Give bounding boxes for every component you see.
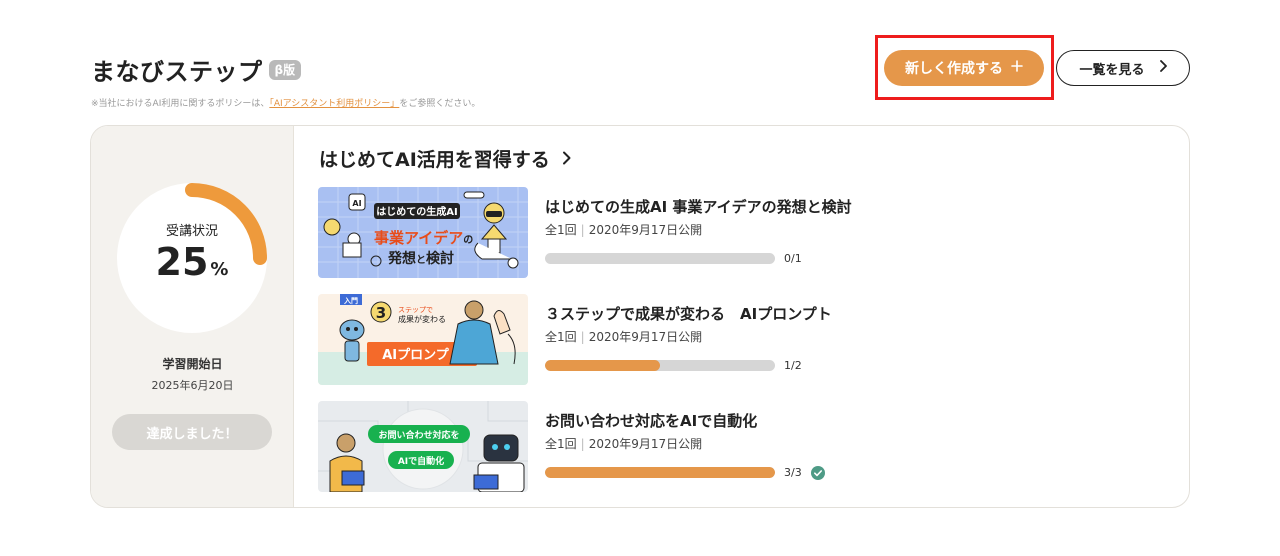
lesson-thumbnail: お問い合わせ対応を AIで自動化 (318, 401, 528, 492)
policy-prefix: ※当社におけるAI利用に関するポリシーは、 (91, 99, 270, 109)
lesson-item[interactable]: 入門 3 ステップで 成果が変わる AIプロンプト ３ステップで成果が変わる A… (318, 294, 1158, 386)
create-button-label: 新しく作成する (905, 61, 1003, 77)
course-card: 受講状況 25% 学習開始日 2025年6月20日 達成しました！ はじめてAI… (90, 125, 1190, 508)
percent-unit: % (210, 258, 229, 280)
policy-suffix: をご参照ください。 (399, 99, 481, 109)
lesson-item[interactable]: お問い合わせ対応を AIで自動化 お問い合わせ対応をAIで自動化 全1回 | 202… (318, 401, 1158, 493)
svg-text:事業アイデアの: 事業アイデアの (374, 229, 473, 247)
progress-panel: 受講状況 25% 学習開始日 2025年6月20日 達成しました！ (91, 126, 294, 507)
start-date-value: 2025年6月20日 (151, 379, 234, 392)
svg-text:3: 3 (376, 304, 386, 322)
beta-badge: β版 (268, 59, 302, 80)
lesson-count: 全1回 (545, 437, 577, 451)
lesson-item[interactable]: AI はじめての生成AI 事業アイデアの 発想と検討 はじめての生成AI 事業ア… (318, 187, 1158, 279)
chevron-right-icon (562, 148, 571, 170)
lesson-progress-bar (545, 360, 775, 371)
lesson-meta: 全1回 | 2020年9月17日公開 (545, 437, 703, 451)
svg-text:成果が変わる: 成果が変わる (398, 314, 446, 324)
percent-value: 25% (155, 239, 229, 284)
chevron-right-icon (1159, 60, 1167, 76)
lesson-published: 2020年9月17日公開 (588, 330, 703, 344)
lesson-title: ３ステップで成果が変わる AIプロンプト (545, 305, 832, 323)
course-title-link[interactable]: はじめてAI活用を習得する (319, 145, 571, 172)
policy-link[interactable]: 「AIアシスタント利用ポリシー」 (269, 99, 399, 109)
svg-text:はじめての生成AI: はじめての生成AI (376, 205, 457, 218)
lesson-thumbnail: 入門 3 ステップで 成果が変わる AIプロンプト (318, 294, 528, 385)
page-header: まなびステップ β版 (91, 52, 302, 87)
view-list-button[interactable]: 一覧を見る (1056, 50, 1190, 86)
lesson-meta: 全1回 | 2020年9月17日公開 (545, 330, 703, 344)
lesson-published: 2020年9月17日公開 (588, 223, 703, 237)
lesson-progress-count: 1/2 (784, 359, 802, 372)
page-title: まなびステップ (91, 58, 263, 86)
lesson-progress-count: 0/1 (784, 252, 802, 265)
svg-text:AIで自動化: AIで自動化 (398, 455, 444, 467)
lesson-meta: 全1回 | 2020年9月17日公開 (545, 223, 703, 237)
complete-button[interactable]: 達成しました！ (112, 414, 272, 450)
svg-text:お問い合わせ対応を: お問い合わせ対応を (378, 429, 459, 441)
check-icon (811, 466, 825, 480)
thumb-badge: AI (352, 199, 361, 208)
plus-icon (1011, 60, 1023, 76)
lesson-published: 2020年9月17日公開 (588, 437, 703, 451)
policy-note: ※当社におけるAI利用に関するポリシーは、「AIアシスタント利用ポリシー」をご参… (91, 96, 480, 109)
progress-fill (545, 360, 660, 371)
list-button-label: 一覧を見る (1079, 62, 1145, 78)
lesson-progress-bar (545, 467, 775, 478)
start-date-label: 学習開始日 (162, 357, 223, 371)
create-new-button[interactable]: 新しく作成する (884, 50, 1044, 86)
lesson-title: はじめての生成AI 事業アイデアの発想と検討 (545, 198, 852, 216)
svg-text:ステップで: ステップで (398, 306, 433, 314)
lesson-thumbnail: AI はじめての生成AI 事業アイデアの 発想と検討 (318, 187, 528, 278)
status-label: 受講状況 (165, 223, 218, 239)
lesson-progress-bar (545, 253, 775, 264)
lesson-count: 全1回 (545, 223, 577, 237)
svg-text:AIプロンプト: AIプロンプト (382, 348, 462, 363)
lesson-title: お問い合わせ対応をAIで自動化 (545, 412, 758, 430)
lesson-count: 全1回 (545, 330, 577, 344)
svg-text:入門: 入門 (343, 296, 358, 305)
course-title: はじめてAI活用を習得する (319, 149, 550, 171)
lesson-progress-count: 3/3 (784, 466, 802, 479)
progress-fill (545, 467, 775, 478)
